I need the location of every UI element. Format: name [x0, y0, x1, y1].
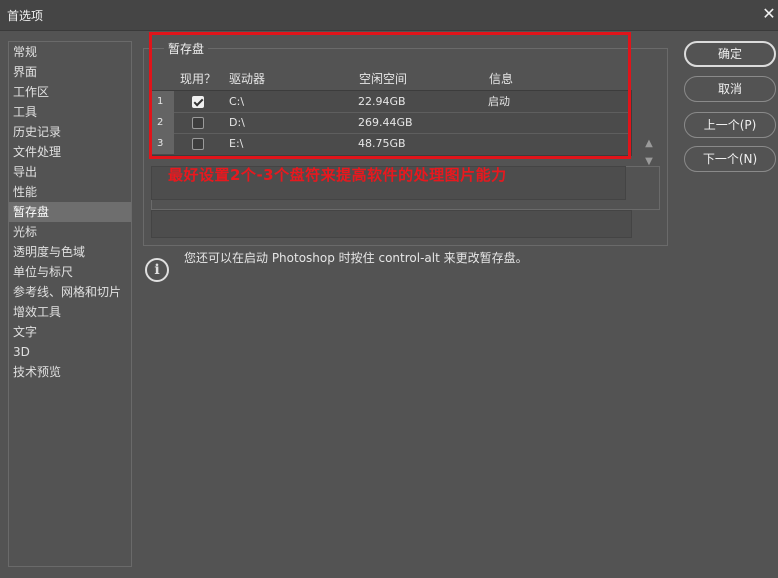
sidebar-item-tools[interactable]: 工具	[9, 102, 131, 122]
cancel-button[interactable]: 取消	[684, 76, 776, 102]
close-icon[interactable]: ✕	[760, 4, 778, 24]
sidebar-item-export[interactable]: 导出	[9, 162, 131, 182]
sidebar-item-file-handling[interactable]: 文件处理	[9, 142, 131, 162]
prev-button[interactable]: 上一个(P)	[684, 112, 776, 138]
red-highlight-box	[149, 32, 631, 159]
sidebar-item-transparency[interactable]: 透明度与色域	[9, 242, 131, 262]
next-button[interactable]: 下一个(N)	[684, 146, 776, 172]
sidebar-item-guides[interactable]: 参考线、网格和切片	[9, 282, 131, 302]
preferences-sidebar: 常规 界面 工作区 工具 历史记录 文件处理 导出 性能 暂存盘 光标 透明度与…	[8, 41, 132, 567]
sidebar-item-workspace[interactable]: 工作区	[9, 82, 131, 102]
sidebar-item-history[interactable]: 历史记录	[9, 122, 131, 142]
title-bar: 首选项 ✕	[0, 0, 778, 31]
ok-button[interactable]: 确定	[684, 41, 776, 67]
sidebar-item-scratch-disks[interactable]: 暂存盘	[9, 202, 131, 222]
lower-panel-bar-secondary	[151, 210, 632, 238]
annotation-text: 最好设置2个-3个盘符来提高软件的处理图片能力	[168, 166, 507, 184]
sidebar-item-interface[interactable]: 界面	[9, 62, 131, 82]
sidebar-item-plugins[interactable]: 增效工具	[9, 302, 131, 322]
sidebar-item-units[interactable]: 单位与标尺	[9, 262, 131, 282]
sidebar-item-cursors[interactable]: 光标	[9, 222, 131, 242]
window-title: 首选项	[7, 9, 44, 23]
sidebar-item-type[interactable]: 文字	[9, 322, 131, 342]
info-text: 您还可以在启动 Photoshop 时按住 control-alt 来更改暂存盘…	[184, 251, 528, 265]
sidebar-item-tech-preview[interactable]: 技术预览	[9, 362, 131, 382]
info-icon: i	[145, 258, 169, 282]
sidebar-item-3d[interactable]: 3D	[9, 342, 131, 362]
scroll-down-arrow-icon[interactable]: ▼	[642, 156, 656, 167]
sidebar-item-general[interactable]: 常规	[9, 42, 131, 62]
scroll-up-arrow-icon[interactable]: ▲	[642, 138, 656, 149]
sidebar-item-performance[interactable]: 性能	[9, 182, 131, 202]
